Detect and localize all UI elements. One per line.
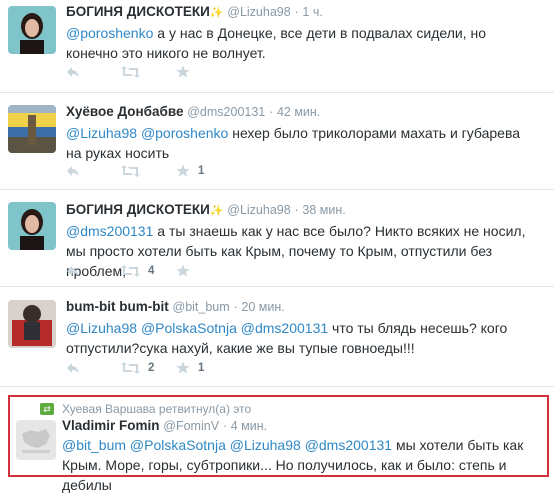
user-name[interactable]: bum-bit bum-bit bbox=[66, 299, 169, 314]
user-handle[interactable]: @Lizuha98 bbox=[227, 203, 290, 217]
separator: · bbox=[294, 5, 299, 19]
mention-link[interactable]: @PolskaSotnja bbox=[141, 320, 237, 336]
retweet-button[interactable] bbox=[121, 63, 176, 81]
user-handle[interactable]: @Lizuha98 bbox=[227, 5, 290, 19]
tweet-text: @Lizuha98 @poroshenko нехер было триколо… bbox=[66, 123, 536, 163]
reply-button[interactable] bbox=[66, 63, 121, 81]
timestamp[interactable]: 42 мин. bbox=[277, 105, 320, 119]
timestamp[interactable]: 4 мин. bbox=[231, 419, 267, 433]
mention-link[interactable]: @dms200131 bbox=[305, 437, 392, 453]
sparkle-icon: ✨ bbox=[209, 205, 224, 217]
favorite-button[interactable]: 1 bbox=[176, 359, 231, 377]
mention-link[interactable]: @dms200131 bbox=[241, 320, 328, 336]
tweet-text: @bit_bum @PolskaSotnja @Lizuha98 @dms200… bbox=[62, 435, 542, 495]
tweet-header: Хуёвое Донбабве @dms200131 · 42 мин. bbox=[66, 104, 320, 119]
separator: · bbox=[294, 203, 299, 217]
favorite-button[interactable] bbox=[176, 63, 231, 81]
retweet-button[interactable]: 4 bbox=[121, 262, 176, 280]
user-name[interactable]: БОГИНЯ ДИСКОТЕКИ bbox=[66, 202, 210, 217]
reply-button[interactable] bbox=[66, 162, 121, 180]
user-name[interactable]: БОГИНЯ ДИСКОТЕКИ bbox=[66, 4, 210, 19]
separator: · bbox=[269, 105, 274, 119]
user-handle[interactable]: @dms200131 bbox=[187, 105, 265, 119]
tweet[interactable]: БОГИНЯ ДИСКОТЕКИ✨ @Lizuha98 · 38 мин. @d… bbox=[0, 190, 554, 287]
retweet-count: 2 bbox=[148, 362, 155, 374]
favorite-count: 1 bbox=[198, 165, 205, 177]
timestamp[interactable]: 20 мин. bbox=[241, 300, 284, 314]
favorite-count: 1 bbox=[198, 362, 205, 374]
tweet-header: БОГИНЯ ДИСКОТЕКИ✨ @Lizuha98 · 1 ч. bbox=[66, 4, 323, 19]
star-icon bbox=[176, 361, 190, 374]
separator: · bbox=[233, 300, 238, 314]
tweet-actions: 2 1 bbox=[66, 359, 231, 377]
mention-link[interactable]: @Lizuha98 bbox=[66, 320, 137, 336]
mention-link[interactable]: @PolskaSotnja bbox=[130, 437, 226, 453]
star-icon bbox=[176, 264, 190, 277]
star-icon bbox=[176, 164, 190, 177]
mention-link[interactable]: @Lizuha98 bbox=[230, 437, 301, 453]
mention-link[interactable]: @bit_bum bbox=[62, 437, 126, 453]
avatar[interactable] bbox=[8, 300, 56, 348]
mention-link[interactable]: @poroshenko bbox=[66, 25, 153, 41]
timestamp[interactable]: 38 мин. bbox=[302, 203, 345, 217]
reply-icon bbox=[67, 67, 79, 77]
tweet-header: БОГИНЯ ДИСКОТЕКИ✨ @Lizuha98 · 38 мин. bbox=[66, 202, 346, 217]
retweet-icon bbox=[121, 362, 140, 374]
tweet-text: @Lizuha98 @PolskaSotnja @dms200131 что т… bbox=[66, 318, 536, 358]
retweet-icon bbox=[121, 265, 140, 277]
timestamp[interactable]: 1 ч. bbox=[302, 5, 322, 19]
retweet-button[interactable]: 2 bbox=[121, 359, 176, 377]
avatar[interactable] bbox=[8, 6, 56, 54]
retweet-count: 4 bbox=[148, 265, 155, 277]
avatar[interactable] bbox=[16, 420, 56, 460]
retweet-icon bbox=[121, 165, 140, 177]
tweet[interactable]: bum-bit bum-bit @bit_bum · 20 мин. @Lizu… bbox=[0, 287, 554, 387]
mention-link[interactable]: @Lizuha98 bbox=[66, 125, 137, 141]
tweet-actions bbox=[66, 63, 231, 81]
tweet[interactable]: Хуёвое Донбабве @dms200131 · 42 мин. @Li… bbox=[0, 93, 554, 190]
reply-icon bbox=[67, 166, 79, 176]
tweet-header: bum-bit bum-bit @bit_bum · 20 мин. bbox=[66, 299, 285, 314]
retweeted-by[interactable]: Хуевая Варшава ретвитнул(а) это bbox=[62, 402, 251, 416]
user-name[interactable]: Vladimir Fomin bbox=[62, 418, 160, 433]
separator: · bbox=[222, 419, 227, 433]
timeline: БОГИНЯ ДИСКОТЕКИ✨ @Lizuha98 · 1 ч. @poro… bbox=[0, 0, 554, 493]
retweet-badge-icon: ⇄ bbox=[40, 403, 54, 415]
reply-button[interactable] bbox=[66, 262, 121, 280]
retweet-icon bbox=[121, 66, 140, 78]
reply-icon bbox=[67, 266, 79, 276]
mention-link[interactable]: @poroshenko bbox=[141, 125, 228, 141]
tweet-text: @poroshenko а у нас в Донецке, все дети … bbox=[66, 23, 536, 63]
tweet-actions: 4 bbox=[66, 262, 231, 280]
mention-link[interactable]: @dms200131 bbox=[66, 223, 153, 239]
favorite-button[interactable]: 1 bbox=[176, 162, 231, 180]
favorite-button[interactable] bbox=[176, 262, 231, 280]
avatar[interactable] bbox=[8, 105, 56, 153]
tweet-actions: 1 bbox=[66, 162, 231, 180]
tweet-header: Vladimir Fomin @FominV · 4 мин. bbox=[62, 418, 267, 433]
reply-button[interactable] bbox=[66, 359, 121, 377]
sparkle-icon: ✨ bbox=[209, 7, 224, 19]
tweet[interactable]: БОГИНЯ ДИСКОТЕКИ✨ @Lizuha98 · 1 ч. @poro… bbox=[0, 0, 554, 93]
avatar[interactable] bbox=[8, 202, 56, 250]
star-icon bbox=[176, 65, 190, 78]
retweet-button[interactable] bbox=[121, 162, 176, 180]
user-handle[interactable]: @FominV bbox=[163, 419, 219, 433]
user-handle[interactable]: @bit_bum bbox=[173, 300, 230, 314]
reply-icon bbox=[67, 363, 79, 373]
user-name[interactable]: Хуёвое Донбабве bbox=[66, 104, 183, 119]
